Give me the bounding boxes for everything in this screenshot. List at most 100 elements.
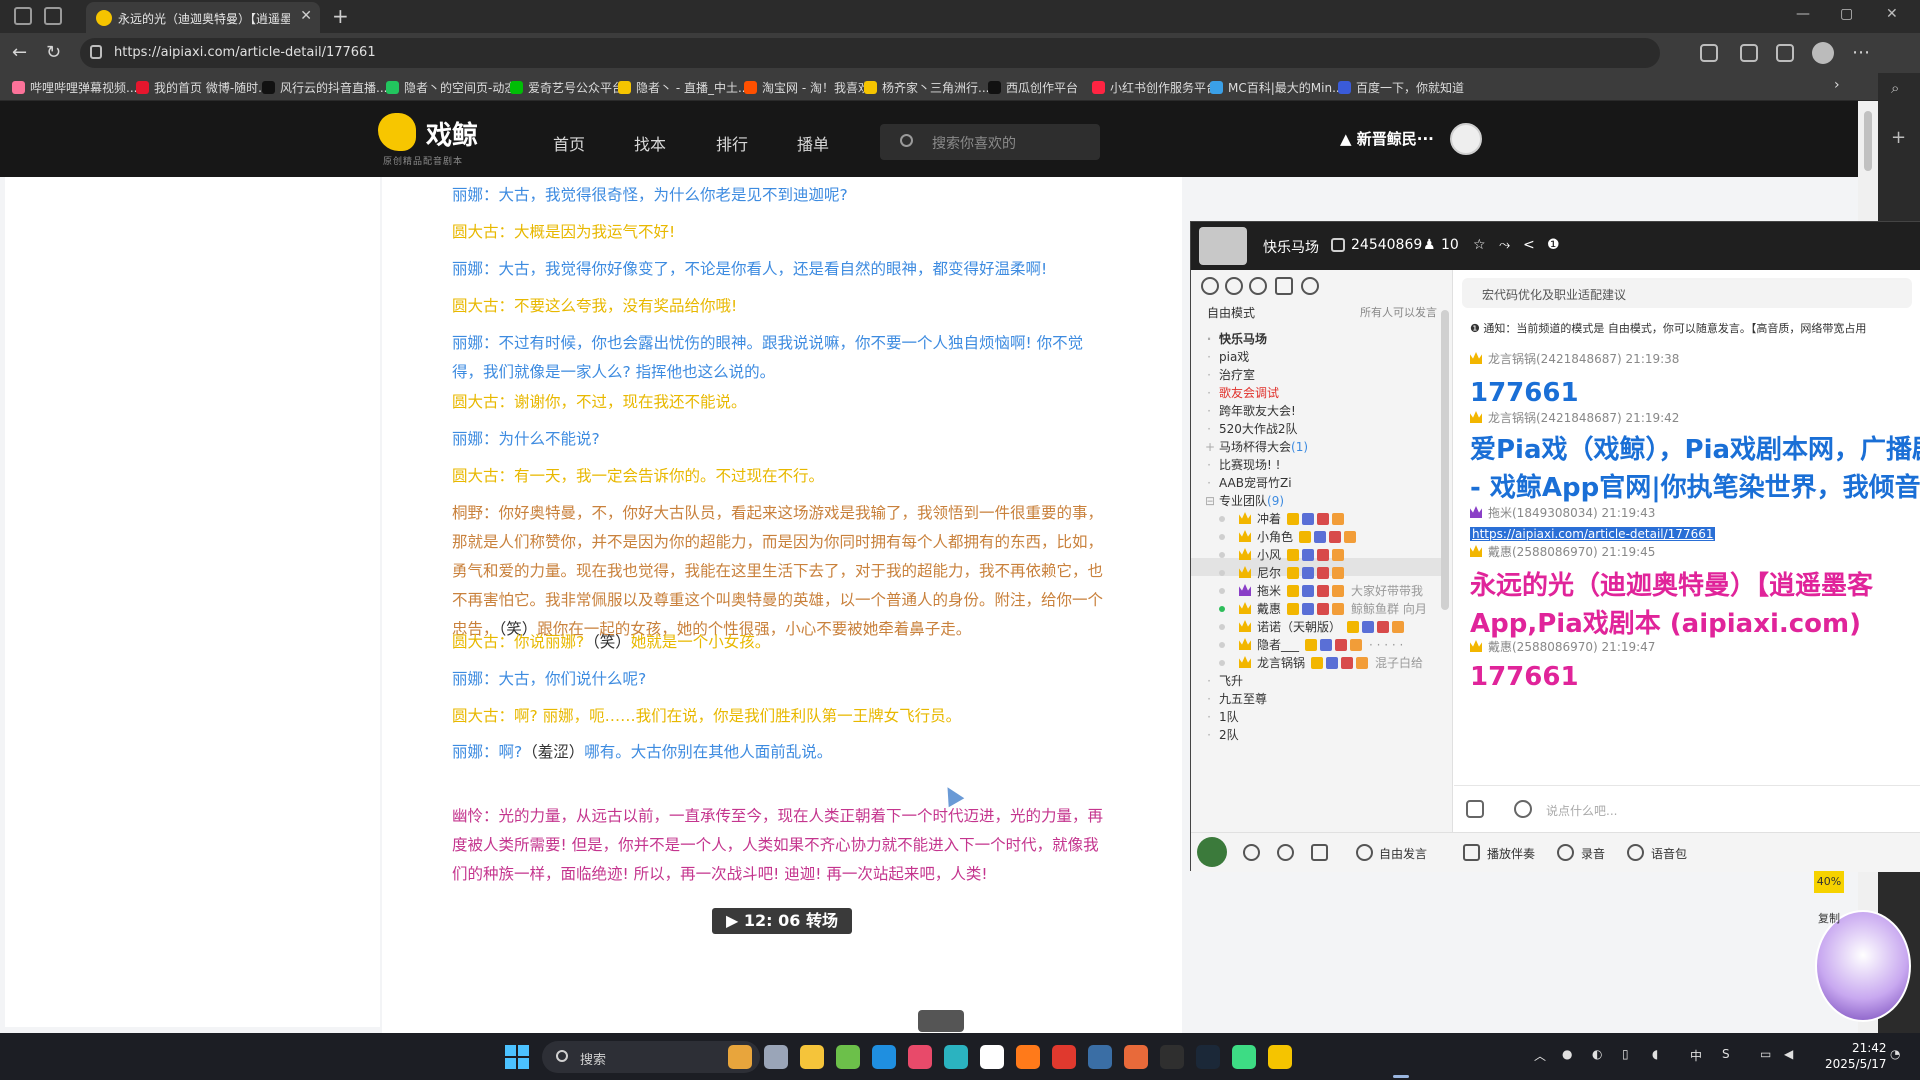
channel-expand-icon[interactable]: · (1205, 728, 1213, 742)
channel-expand-icon[interactable]: · (1205, 404, 1213, 418)
nav-rank[interactable]: 排行 (716, 131, 748, 155)
play-accompaniment-button[interactable]: 播放伴奏 (1487, 845, 1535, 862)
nav-home[interactable]: 首页 (553, 131, 585, 155)
channel-expand-icon[interactable]: · (1205, 422, 1213, 436)
voice-pack-icon[interactable] (1627, 844, 1644, 861)
channel-search-icon[interactable] (1301, 277, 1319, 295)
bookmark-item[interactable]: 百度一下，你就知道 (1338, 79, 1464, 96)
profile-avatar[interactable] (1812, 42, 1834, 64)
taskbar-app-icon[interactable] (872, 1045, 896, 1069)
chat-input[interactable]: 说点什么吧... (1546, 802, 1617, 819)
notification-icon[interactable]: ◔ (1890, 1047, 1900, 1061)
scroll-top-button[interactable] (918, 1010, 964, 1032)
bookmark-item[interactable]: 杨齐家丶三角洲行... (864, 79, 989, 96)
site-logo[interactable]: 戏鲸 (426, 115, 478, 152)
channel-item[interactable]: · 520大作战2队 (1205, 420, 1297, 437)
user-icon[interactable] (1201, 277, 1219, 295)
channel-item[interactable]: · pia戏 (1205, 348, 1249, 365)
member-item[interactable]: 隐者___ · · · · · (1219, 636, 1403, 653)
channel-item[interactable]: · 跨年歌友大会! (1205, 402, 1296, 419)
microphone-icon[interactable] (1277, 844, 1294, 861)
channel-expand-icon[interactable]: · (1205, 458, 1213, 472)
channel-item[interactable]: · 2队 (1205, 726, 1239, 743)
channel-scrollbar[interactable] (1441, 310, 1449, 610)
close-window-icon[interactable]: ✕ (1886, 6, 1898, 22)
sidebar-search-icon[interactable]: ⌕ (1891, 79, 1899, 97)
taskbar-app-icon[interactable] (1232, 1045, 1256, 1069)
tray-mic-icon[interactable]: ◖ (1652, 1047, 1658, 1061)
taskbar-app-icon[interactable] (908, 1045, 932, 1069)
mixer-icon[interactable] (1311, 844, 1328, 861)
message-link[interactable]: https://aipiaxi.com/article-detail/17766… (1470, 527, 1716, 541)
address-bar[interactable]: https://aipiaxi.com/article-detail/17766… (80, 38, 1660, 68)
refresh-icon[interactable] (1225, 277, 1243, 295)
share-icon[interactable]: ⤳ (1499, 237, 1510, 253)
channel-item[interactable]: · 治疗室 (1205, 366, 1255, 383)
record-icon[interactable] (1557, 844, 1574, 861)
free-speak-icon[interactable] (1356, 844, 1373, 861)
bookmark-item[interactable]: 隐者丶的空间页-动态 (386, 79, 516, 96)
channel-item[interactable]: · 飞升 (1205, 672, 1243, 689)
free-speak-button[interactable]: 自由发言 (1379, 845, 1427, 862)
taskbar-app-icon[interactable] (1268, 1045, 1292, 1069)
taskbar-app-icon[interactable] (1088, 1045, 1112, 1069)
room-avatar[interactable] (1199, 227, 1247, 265)
message-user[interactable]: 拖米(1849308034) (1488, 506, 1598, 520)
tray-network-icon[interactable]: ◐ (1592, 1047, 1602, 1061)
channel-expand-icon[interactable]: · (1205, 386, 1213, 400)
channel-expand-icon[interactable]: · (1205, 692, 1213, 706)
taskbar-app-icon[interactable] (728, 1045, 752, 1069)
scrollbar-thumb[interactable] (1864, 111, 1872, 171)
minimize-icon[interactable]: — (1796, 6, 1810, 22)
ime-indicator[interactable]: 中 (1690, 1047, 1702, 1064)
gamepad-icon[interactable] (1466, 800, 1484, 818)
taskbar-clock[interactable]: 21:42 2025/5/17 (1825, 1040, 1887, 1072)
record-button[interactable]: 录音 (1581, 845, 1605, 862)
list-icon[interactable] (1275, 277, 1293, 295)
bookmark-item[interactable]: 我的首页 微博-随时... (136, 79, 270, 96)
url-text[interactable]: https://aipiaxi.com/article-detail/17766… (114, 45, 376, 60)
bookmark-item[interactable]: MC百科|最大的Min... (1210, 79, 1344, 96)
bookmark-item[interactable]: 风行云的抖音直播... (262, 79, 387, 96)
channel-item[interactable]: · AAB宠哥竹Zi (1205, 474, 1291, 491)
message-user[interactable]: 戴惠(2588086970) (1488, 640, 1598, 654)
favorite-icon[interactable]: ☆ (1473, 237, 1486, 253)
location-icon[interactable] (1249, 277, 1267, 295)
taskbar-app-icon[interactable] (800, 1045, 824, 1069)
channel-expand-icon[interactable]: · (1205, 674, 1213, 688)
channel-expand-icon[interactable]: · (1205, 476, 1213, 490)
floating-character-widget[interactable] (1815, 910, 1911, 1022)
tray-expand-icon[interactable]: ︿ (1534, 1047, 1546, 1064)
channel-expand-icon[interactable]: · (1205, 710, 1213, 724)
taskbar-app-icon[interactable] (1124, 1045, 1148, 1069)
bookmark-item[interactable]: 西瓜创作平台 (988, 79, 1078, 96)
channel-expand-icon[interactable]: · (1205, 368, 1213, 382)
reload-icon[interactable]: ↻ (46, 42, 61, 63)
workspaces-icon[interactable] (14, 7, 32, 25)
channel-item[interactable]: · 歌友会调试 (1205, 384, 1279, 401)
taskbar-app-icon[interactable] (944, 1045, 968, 1069)
site-search-input[interactable]: 搜索你喜欢的 (880, 124, 1100, 160)
member-item[interactable]: 拖米 大家好带带我 (1219, 582, 1423, 599)
bookmark-item[interactable]: 爱奇艺号公众平台 (510, 79, 624, 96)
more-menu-icon[interactable]: ⋯ (1852, 42, 1870, 63)
bookmarks-overflow-icon[interactable]: › (1834, 77, 1840, 93)
sidebar-add-icon[interactable]: + (1891, 127, 1906, 148)
channel-expand-icon[interactable]: ⊟ (1205, 494, 1215, 508)
member-item[interactable]: 诺诺（天朝版） (1219, 618, 1407, 635)
tray-usb-icon[interactable]: ▯ (1622, 1047, 1629, 1061)
bookmark-item[interactable]: 哔哩哔哩弹幕视频... (12, 79, 137, 96)
channel-item[interactable]: · 九五至尊 (1205, 690, 1267, 707)
taskbar-app-icon[interactable] (836, 1045, 860, 1069)
emoji-icon[interactable] (1514, 800, 1532, 818)
taskbar-app-icon[interactable] (980, 1045, 1004, 1069)
back-icon[interactable]: ← (12, 42, 27, 63)
taskbar-app-icon[interactable] (1016, 1045, 1040, 1069)
tray-display-icon[interactable]: ▭ (1760, 1047, 1771, 1061)
user-avatar[interactable] (1450, 123, 1482, 155)
voice-pack-button[interactable]: 语音包 (1651, 845, 1687, 862)
tab-actions-icon[interactable] (44, 7, 62, 25)
taskbar-app-icon[interactable] (764, 1045, 788, 1069)
member-item[interactable]: 尼尔 (1219, 564, 1347, 581)
tab-close-icon[interactable]: ✕ (300, 8, 312, 24)
